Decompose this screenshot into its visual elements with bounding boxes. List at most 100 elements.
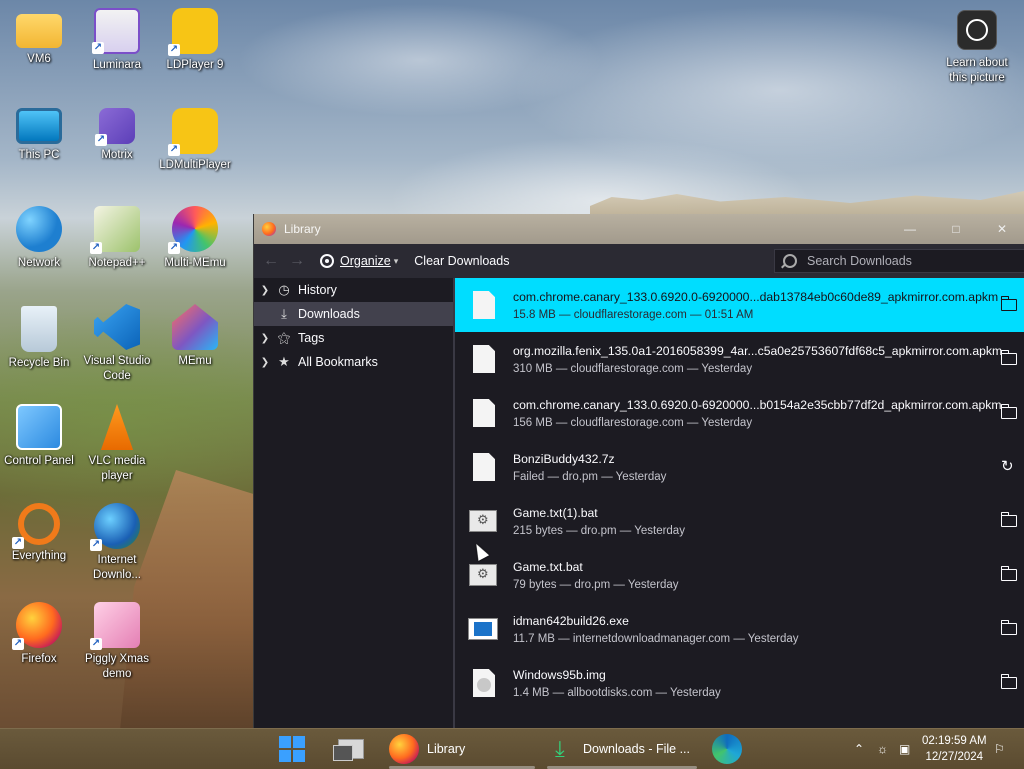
download-meta: 156 MB — cloudflarestorage.com — Yesterd… (513, 417, 753, 429)
open-folder-button[interactable] (1000, 404, 1017, 420)
open-folder-button[interactable] (1000, 566, 1017, 582)
organize-button[interactable]: Organize ▾ (320, 254, 398, 268)
ldplayer-icon: ↗ (168, 8, 218, 56)
download-item[interactable]: org.mozilla.fenix_135.0a1-2016058399_4ar… (455, 332, 1024, 386)
desktop-icon-control-panel[interactable]: Control Panel (0, 404, 78, 469)
desktop-icon-label: Internet Downlo... (93, 554, 141, 581)
download-meta: 11.7 MB — internetdownloadmanager.com — … (513, 633, 799, 645)
desktop-icon-idm[interactable]: ↗ Internet Downlo... (78, 503, 156, 583)
clock-icon: ◷ (278, 282, 290, 297)
desktop-icon-recycle-bin[interactable]: Recycle Bin (0, 306, 78, 371)
desktop-icon-label: Control Panel (4, 455, 74, 467)
desktop-icon-label: Visual Studio Code (83, 355, 151, 382)
chevron-right-icon[interactable]: ❯ (254, 333, 276, 344)
show-hidden-icons-button[interactable]: ⌃ (854, 729, 864, 769)
open-folder-button[interactable] (1000, 620, 1017, 636)
download-item[interactable]: Game.txt(1).bat 215 bytes — dro.pm — Yes… (455, 494, 1024, 548)
retry-button[interactable]: ↻ (1001, 458, 1017, 475)
notification-bell-icon: ⚐ (994, 742, 1005, 756)
clock[interactable]: 02:19:59 AM 12/27/2024 (922, 729, 992, 769)
desktop-icon-this-pc[interactable]: This PC (0, 108, 78, 163)
desktop-icon-multi-memu[interactable]: ↗ Multi-MEmu (156, 206, 234, 271)
desktop-icon-label: This PC (18, 149, 60, 161)
search-input[interactable] (805, 253, 1009, 269)
sidebar-item-tags[interactable]: ❯ ⚝ Tags (254, 326, 453, 350)
batch-file-icon (469, 510, 497, 532)
download-item[interactable]: BonziBuddy432.7z Failed — dro.pm — Yeste… (455, 440, 1024, 494)
notifications-button[interactable]: ⚐ (994, 729, 1005, 769)
firefox-icon: ↗ (12, 602, 62, 650)
desktop-icon-label: Motrix (101, 149, 133, 161)
desktop-icon-ldplayer[interactable]: ↗ LDPlayer 9 (156, 8, 234, 73)
task-view-icon (333, 739, 364, 761)
close-icon[interactable]: ✕ (979, 214, 1024, 244)
display-icon: ▣ (899, 742, 911, 756)
sidebar-item-all-bookmarks[interactable]: ❯ ★ All Bookmarks (254, 350, 453, 374)
gear-icon (320, 254, 334, 268)
start-button[interactable] (279, 729, 305, 769)
desktop-icon-notepadplusplus[interactable]: ↗ Notepad++ (78, 206, 156, 271)
download-meta: 1.4 MB — allbootdisks.com — Yesterday (513, 687, 721, 699)
taskbar-downloads-explorer[interactable]: Downloads - File ... (547, 729, 697, 769)
taskbar-app-label: Downloads - File ... (583, 742, 690, 756)
shortcut-arrow-icon: ↗ (95, 134, 107, 146)
tag-icon: ⚝ (277, 330, 291, 345)
download-item[interactable]: idman642build26.exe 11.7 MB — internetdo… (455, 602, 1024, 656)
open-folder-button[interactable] (1000, 512, 1017, 528)
sidebar-item-label: All Bookmarks (298, 355, 378, 369)
open-folder-button[interactable] (1000, 350, 1017, 366)
shortcut-arrow-icon: ↗ (168, 44, 180, 56)
multi-memu-icon: ↗ (168, 206, 218, 254)
display-button[interactable]: ▣ (899, 729, 910, 769)
vlc-icon (100, 404, 134, 450)
chevron-right-icon[interactable]: ❯ (254, 357, 276, 368)
chevron-right-icon[interactable]: ❯ (254, 285, 276, 296)
desktop-icon-vscode[interactable]: Visual Studio Code (78, 304, 156, 384)
taskbar-edge[interactable] (712, 729, 742, 769)
download-filename: Game.txt.bat (513, 560, 583, 574)
desktop-icon-firefox[interactable]: ↗ Firefox (0, 602, 78, 667)
edge-icon (712, 734, 742, 764)
desktop-icon-motrix[interactable]: ↗ Motrix (78, 108, 156, 163)
camera-icon (957, 10, 997, 50)
desktop-icon-vlc[interactable]: VLC media player (78, 404, 156, 484)
desktop-icon-memu[interactable]: MEmu (156, 304, 234, 369)
desktop-icon-luminara[interactable]: ↗ Luminara (78, 8, 156, 73)
minimize-icon[interactable]: — (887, 214, 933, 244)
download-filename: org.mozilla.fenix_135.0a1-2016058399_4ar… (513, 344, 1003, 358)
desktop-icon-everything[interactable]: ↗ Everything (0, 503, 78, 564)
sidebar-item-downloads[interactable]: ⤓ Downloads (254, 302, 453, 326)
download-item[interactable]: com.chrome.canary_133.0.6920.0-6920000..… (455, 278, 1024, 332)
open-folder-button[interactable] (1000, 296, 1017, 312)
maximize-icon[interactable]: □ (933, 214, 979, 244)
desktop-icon-ldmultiplayer[interactable]: ↗ LDMultiPlayer (156, 108, 234, 173)
download-item[interactable]: com.chrome.canary_133.0.6920.0-6920000..… (455, 386, 1024, 440)
task-view-button[interactable] (333, 729, 364, 769)
desktop-icon-label: Recycle Bin (8, 357, 70, 369)
desktop-icon-network[interactable]: Network (0, 206, 78, 271)
download-meta: 215 bytes — dro.pm — Yesterday (513, 525, 685, 537)
desktop-icon-piggly[interactable]: ↗ Piggly Xmas demo (78, 602, 156, 682)
forward-arrow-icon[interactable]: → (284, 252, 310, 270)
desktop-icon-label: VM6 (27, 53, 51, 65)
desktop-icon-vm6[interactable]: VM6 (0, 8, 78, 67)
learn-about-picture[interactable]: Learn about this picture (940, 10, 1014, 86)
library-titlebar[interactable]: Library — □ ✕ (254, 214, 1024, 244)
exe-icon (468, 618, 498, 640)
shortcut-arrow-icon: ↗ (90, 242, 102, 254)
download-item[interactable]: Game.txt.bat 79 bytes — dro.pm — Yesterd… (455, 548, 1024, 602)
open-folder-button[interactable] (1000, 674, 1017, 690)
taskbar-firefox-library[interactable]: Library (389, 729, 535, 769)
folder-icon (1000, 566, 1017, 581)
download-item[interactable]: Windows95b.img 1.4 MB — allbootdisks.com… (455, 656, 1024, 710)
firefox-icon (389, 734, 419, 764)
firefox-icon (262, 222, 276, 236)
clear-downloads-button[interactable]: Clear Downloads (414, 254, 509, 268)
search-box[interactable] (774, 249, 1024, 273)
sidebar-item-history[interactable]: ❯ ◷ History (254, 278, 453, 302)
sidebar-item-label: Tags (298, 331, 325, 345)
back-arrow-icon[interactable]: ← (258, 252, 284, 270)
network-status-button[interactable]: ☼ (877, 729, 888, 769)
clock-time: 02:19:59 AM (922, 735, 987, 747)
shortcut-arrow-icon: ↗ (168, 144, 180, 156)
